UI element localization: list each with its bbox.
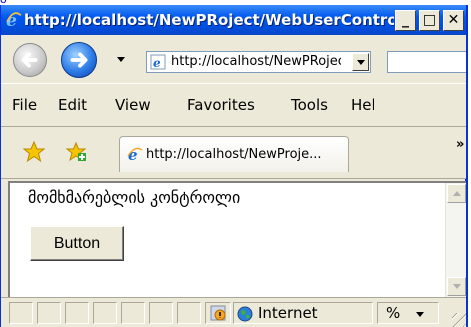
forward-button[interactable] — [61, 42, 97, 78]
security-status-pane — [205, 302, 231, 324]
status-pane — [9, 302, 33, 324]
toolbar-overflow-chevron[interactable]: » — [456, 137, 464, 152]
favorites-star-icon[interactable] — [23, 141, 45, 163]
svg-text:e: e — [153, 56, 161, 70]
menu-help[interactable]: Help — [351, 96, 374, 114]
scroll-down-button[interactable] — [447, 277, 466, 296]
menu-view[interactable]: View — [115, 96, 151, 114]
status-pane — [149, 302, 173, 324]
zoom-status-pane[interactable]: % — [377, 302, 439, 324]
back-arrow-icon — [21, 52, 38, 68]
status-pane — [121, 302, 145, 324]
status-pane — [93, 302, 117, 324]
status-pane — [37, 302, 61, 324]
close-button[interactable]: ✕ — [443, 10, 464, 31]
zone-label: Internet — [258, 304, 318, 322]
ie-logo-icon: e — [6, 11, 22, 28]
forward-arrow-icon — [70, 52, 88, 68]
vertical-scrollbar[interactable] — [445, 183, 466, 297]
title-bar: e http://localhost/NewPRoject/WebUserCon… — [1, 5, 466, 35]
resize-grip[interactable] — [452, 313, 466, 327]
status-pane — [65, 302, 89, 324]
window-title: http://localhost/NewPRoject/WebUserContr… — [24, 11, 394, 29]
status-pane — [177, 302, 201, 324]
browser-window: e http://localhost/NewPRoject/WebUserCon… — [0, 5, 468, 327]
menu-bar: File Edit View Favorites Tools Help — [1, 83, 466, 127]
address-dropdown-button[interactable] — [352, 53, 369, 71]
chevron-down-icon[interactable] — [416, 312, 424, 317]
menu-edit[interactable]: Edit — [58, 96, 87, 114]
status-bar: Internet % — [1, 297, 466, 327]
address-text[interactable]: http://localhost/NewPRoject/WebUserContr… — [171, 54, 341, 70]
security-warning-icon — [210, 305, 226, 321]
search-input[interactable] — [387, 51, 466, 73]
page-icon: e — [150, 54, 166, 70]
page-button[interactable]: Button — [30, 226, 124, 261]
maximize-button[interactable]: □ — [419, 10, 440, 31]
scroll-down-icon — [453, 284, 461, 289]
page-text-label: მომხმარებლის კონტროლი — [28, 188, 241, 207]
tab-label: http://localhost/NewProje... — [146, 147, 322, 162]
navigation-bar: e http://localhost/NewPRoject/WebUserCon… — [1, 35, 466, 83]
recent-pages-dropdown-icon[interactable] — [117, 57, 125, 62]
menu-favorites[interactable]: Favorites — [187, 96, 255, 114]
add-to-favorites-icon[interactable] — [65, 141, 87, 163]
chevron-down-icon — [357, 60, 365, 65]
scroll-up-icon — [453, 191, 461, 196]
scroll-up-button[interactable] — [447, 184, 466, 203]
back-button[interactable] — [13, 43, 47, 77]
zoom-level: % — [386, 304, 401, 322]
page-content: მომხმარებლის კონტროლი Button — [8, 181, 466, 297]
menu-tools[interactable]: Tools — [291, 96, 328, 114]
ie-page-icon: e — [127, 146, 143, 162]
tab-current-page[interactable]: e http://localhost/NewProje... — [119, 136, 349, 172]
address-bar[interactable]: e http://localhost/NewPRoject/WebUserCon… — [146, 51, 371, 73]
globe-icon — [237, 306, 253, 322]
minimize-button[interactable]: _ — [395, 10, 416, 31]
favorites-bar: e http://localhost/NewProje... » — [1, 127, 466, 179]
zone-status-pane: Internet — [233, 302, 373, 324]
menu-file[interactable]: File — [12, 96, 37, 114]
